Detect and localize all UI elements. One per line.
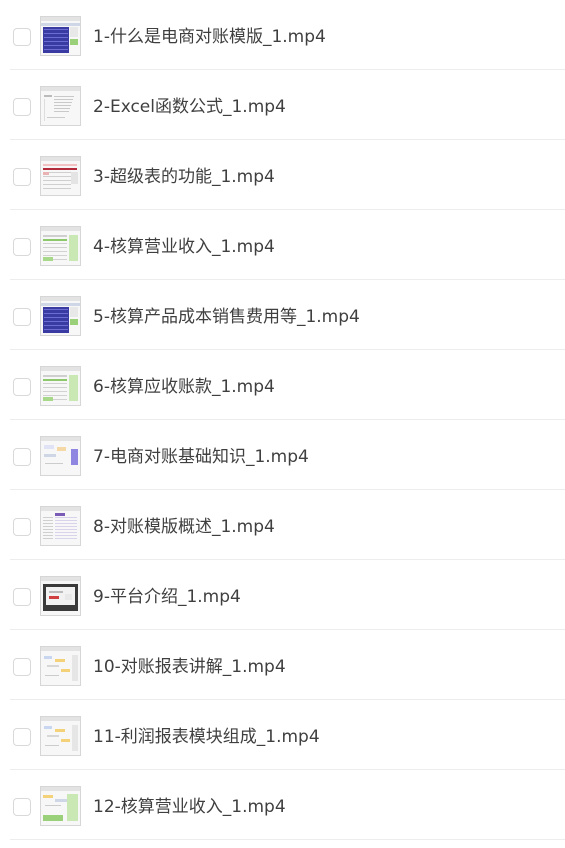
file-name[interactable]: 3-超级表的功能_1.mp4 [93,166,275,188]
select-checkbox[interactable] [13,658,31,676]
file-name[interactable]: 8-对账模版概述_1.mp4 [93,516,275,538]
video-thumbnail[interactable] [40,226,81,266]
file-name[interactable]: 7-电商对账基础知识_1.mp4 [93,446,309,468]
select-checkbox[interactable] [13,28,31,46]
select-checkbox[interactable] [13,448,31,466]
file-row[interactable]: 9-平台介绍_1.mp4 [0,560,565,630]
file-row[interactable]: 11-利润报表模块组成_1.mp4 [0,700,565,770]
file-name[interactable]: 4-核算营业收入_1.mp4 [93,236,275,258]
select-checkbox[interactable] [13,798,31,816]
video-thumbnail[interactable] [40,506,81,546]
file-row[interactable]: 2-Excel函数公式_1.mp4 [0,70,565,140]
row-divider [10,839,565,840]
select-checkbox[interactable] [13,308,31,326]
video-thumbnail[interactable] [40,786,81,826]
file-name[interactable]: 2-Excel函数公式_1.mp4 [93,96,286,118]
file-row[interactable]: 12-核算营业收入_1.mp4 [0,770,565,840]
file-name[interactable]: 9-平台介绍_1.mp4 [93,586,241,608]
video-thumbnail[interactable] [40,576,81,616]
video-thumbnail[interactable] [40,86,81,126]
video-thumbnail[interactable] [40,156,81,196]
select-checkbox[interactable] [13,168,31,186]
file-row[interactable]: 4-核算营业收入_1.mp4 [0,210,565,280]
file-row[interactable]: 5-核算产品成本销售费用等_1.mp4 [0,280,565,350]
file-row[interactable]: 7-电商对账基础知识_1.mp4 [0,420,565,490]
video-thumbnail[interactable] [40,646,81,686]
select-checkbox[interactable] [13,728,31,746]
file-name[interactable]: 6-核算应收账款_1.mp4 [93,376,275,398]
select-checkbox[interactable] [13,238,31,256]
file-name[interactable]: 10-对账报表讲解_1.mp4 [93,656,286,678]
file-list: 1-什么是电商对账模版_1.mp4 2-Excel函数公式_1.mp4 3-超级表的… [0,0,565,840]
select-checkbox[interactable] [13,588,31,606]
file-name[interactable]: 5-核算产品成本销售费用等_1.mp4 [93,306,360,328]
file-row[interactable]: 8-对账模版概述_1.mp4 [0,490,565,560]
file-name[interactable]: 12-核算营业收入_1.mp4 [93,796,286,818]
select-checkbox[interactable] [13,98,31,116]
video-thumbnail[interactable] [40,16,81,56]
file-row[interactable]: 1-什么是电商对账模版_1.mp4 [0,0,565,70]
file-name[interactable]: 11-利润报表模块组成_1.mp4 [93,726,320,748]
video-thumbnail[interactable] [40,296,81,336]
select-checkbox[interactable] [13,518,31,536]
video-thumbnail[interactable] [40,366,81,406]
video-thumbnail[interactable] [40,716,81,756]
file-row[interactable]: 3-超级表的功能_1.mp4 [0,140,565,210]
select-checkbox[interactable] [13,378,31,396]
file-row[interactable]: 6-核算应收账款_1.mp4 [0,350,565,420]
file-name[interactable]: 1-什么是电商对账模版_1.mp4 [93,26,326,48]
file-row[interactable]: 10-对账报表讲解_1.mp4 [0,630,565,700]
video-thumbnail[interactable] [40,436,81,476]
